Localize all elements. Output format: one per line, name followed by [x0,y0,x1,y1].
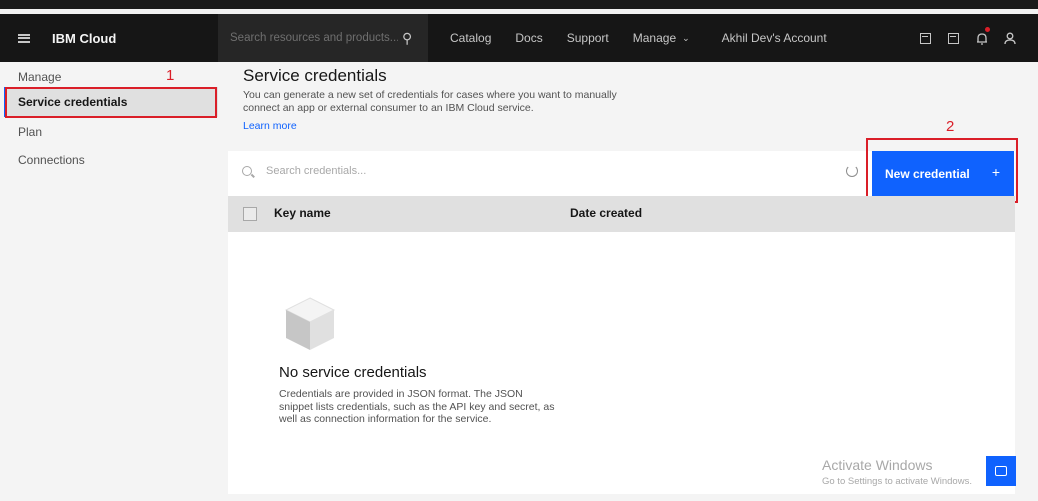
search-icon [242,166,252,176]
credentials-search-input[interactable] [266,165,566,177]
nav-support-label: Support [566,31,609,45]
nav-docs[interactable]: Docs [503,14,554,62]
nav-catalog-label: Catalog [450,31,492,45]
search-icon[interactable]: ⚲ [402,30,412,47]
chat-icon[interactable] [986,456,1016,486]
nav-manage[interactable]: Manage ⌄ [621,14,702,62]
page-title: Service credentials [243,66,387,85]
calendar-icon[interactable] [940,14,968,62]
sidebar-item-connections[interactable]: Connections [18,153,85,167]
column-header-key-name[interactable]: Key name [274,206,331,220]
notification-bell-icon[interactable] [968,14,996,62]
column-header-date-created[interactable]: Date created [570,206,642,220]
select-all-checkbox[interactable] [243,207,257,221]
window-top-strip [0,0,1038,14]
header-bar: IBM Cloud ⚲ Catalog Docs Support Manage ⌄… [0,14,1038,62]
nav-catalog[interactable]: Catalog [438,14,503,62]
global-search[interactable]: ⚲ [218,14,428,62]
user-avatar-icon[interactable] [996,14,1024,62]
table-header: Key name Date created [228,196,1015,232]
side-navigation: Manage Service credentials Plan Connecti… [0,62,218,501]
empty-state-description: Credentials are provided in JSON format.… [279,388,555,425]
empty-box-icon [284,297,336,350]
sidebar-item-plan[interactable]: Plan [18,125,42,139]
cost-estimator-icon[interactable] [912,14,940,62]
refresh-icon[interactable] [846,165,858,177]
annotation-box-2 [866,138,1018,203]
chevron-down-icon: ⌄ [682,32,690,43]
nav-support[interactable]: Support [555,14,621,62]
brand-logo[interactable]: IBM Cloud [48,31,218,46]
menu-icon[interactable] [0,14,48,62]
table-body: No service credentials Credentials are p… [228,232,1015,494]
account-switcher[interactable]: Akhil Dev's Account [722,31,912,45]
activate-windows-subtitle: Go to Settings to activate Windows. [822,476,972,487]
page-description: You can generate a new set of credential… [243,89,617,114]
nav-docs-label: Docs [515,31,543,45]
empty-state-title: No service credentials [279,364,427,381]
global-search-input[interactable] [230,32,398,44]
annotation-box-1 [5,87,217,118]
annotation-number-1: 1 [166,67,175,84]
activate-windows-title: Activate Windows [822,457,933,473]
nav-manage-label: Manage [632,31,677,45]
top-header: IBM Cloud ⚲ Catalog Docs Support Manage ⌄… [0,0,1038,62]
learn-more-link[interactable]: Learn more [243,120,297,132]
notification-dot [984,27,990,32]
sidebar-item-manage[interactable]: Manage [18,70,61,84]
annotation-number-2: 2 [946,118,955,135]
